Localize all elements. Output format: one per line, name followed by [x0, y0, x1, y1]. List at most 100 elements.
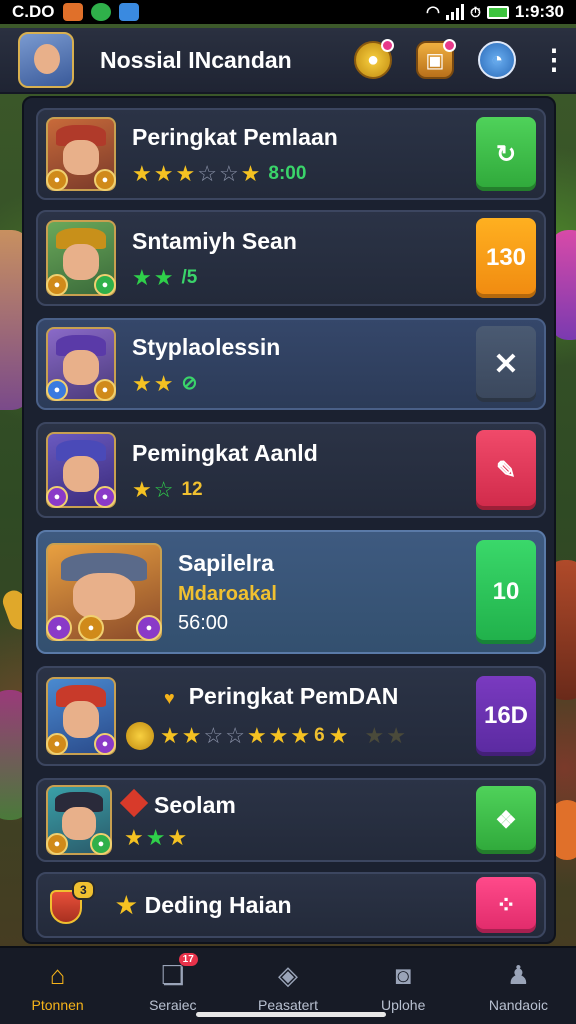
item-meta: /5 [181, 267, 198, 288]
notification-dot [381, 39, 394, 52]
hero-portrait: ● ● [46, 220, 116, 296]
alarm-icon: ⏱ [469, 3, 481, 20]
hero-portrait: ● ● ● [46, 543, 162, 641]
dots-icon: ⁘ [495, 891, 517, 919]
upload-icon: ◙ [395, 959, 412, 990]
list-item[interactable]: ● ● Seolam ★ ★ ★ ❖ [36, 778, 546, 862]
star-empty-icon: ☆ [218, 160, 239, 186]
ranking-list-panel: ● ● Peringkat Pemlaan ★ ★ ★ ☆ ☆ ★ 8:00 ↻… [22, 96, 556, 944]
status-bar: C.DO ◠ ⏱ 1:9:30 [0, 0, 576, 24]
element-badge-icon: ● [94, 274, 116, 296]
more-vertical-icon[interactable]: ⋮ [540, 46, 568, 74]
list-item[interactable]: ● ● Styplaolessin ★ ★ ⊘ ✕ [36, 318, 546, 410]
level-button[interactable]: 10 [476, 540, 536, 644]
item-title: Sapilelra [178, 549, 274, 576]
star-filled-icon: ★ [240, 160, 261, 186]
star-filled-icon: ★ [153, 264, 174, 290]
nav-item-home[interactable]: ⌂ Ptonnen [0, 948, 115, 1024]
nav-label: Peasatert [258, 997, 318, 1013]
star-outline-icon: ☆ [153, 476, 174, 502]
nav-item-profile[interactable]: ♟ Nandaoic [461, 948, 576, 1024]
star-filled-icon: ★ [167, 824, 188, 850]
home-icon: ⌂ [49, 959, 66, 990]
item-meta: ⊘ [181, 373, 198, 394]
signal-icon [445, 4, 464, 20]
element-badge-icon: ● [94, 733, 116, 755]
hero-portrait: ● ● [46, 327, 116, 401]
item-title: Peringkat Pemlaan [132, 123, 338, 150]
star-empty-icon: ☆ [225, 722, 245, 748]
more-button[interactable]: ⁘ [476, 877, 536, 933]
list-item-selected[interactable]: ● ● ● Sapilelra Mdaroakal 56:00 10 [36, 530, 546, 654]
item-title: Pemingkat Aanld [132, 439, 318, 466]
star-rating: ★ ★ ★ [124, 824, 476, 850]
battery-icon [486, 5, 509, 19]
nav-label: Nandaoic [488, 997, 548, 1013]
reward-label: 130 [485, 244, 527, 271]
clock-icon[interactable]: ◔ [478, 41, 516, 79]
shield-badge: 3 [46, 880, 112, 930]
item-time: 56:00 [178, 611, 229, 634]
star-filled-icon: ★ [290, 722, 311, 748]
refresh-icon: ↻ [495, 140, 517, 168]
stack-button[interactable]: ❖ [476, 786, 536, 854]
list-item[interactable]: ● ● Peringkat Pemlaan ★ ★ ★ ☆ ☆ ★ 8:00 ↻ [36, 108, 546, 200]
hero-portrait: ● ● [46, 677, 116, 755]
element-badge-icon: ● [136, 615, 162, 641]
list-item[interactable]: ● ● Pemingkat Aanld ★ ☆ 12 ✎ [36, 422, 546, 518]
item-title: ♥ Peringkat PemDAN [164, 682, 399, 709]
star-filled-icon: ★ [175, 160, 196, 186]
player-avatar[interactable] [18, 32, 74, 88]
star-filled-icon: ★ [181, 722, 202, 748]
element-badge-icon: ● [46, 615, 72, 641]
notification-app-icon [62, 3, 83, 21]
item-title: Seolam [119, 788, 476, 819]
remove-button[interactable]: ✕ [476, 326, 536, 402]
star-empty-icon: ☆ [197, 160, 217, 186]
element-badge-icon: ● [78, 615, 104, 641]
hero-portrait: ● ● [46, 117, 116, 191]
item-meta: 6 [314, 725, 325, 746]
list-item[interactable]: ● ● ♥ Peringkat PemDAN ★ ★ ☆ ☆ ★ ★ ★ 6 ★ … [36, 666, 546, 766]
element-badge-icon: ● [90, 833, 112, 855]
edit-button[interactable]: ✎ [476, 430, 536, 510]
star-filled-icon: ★ [132, 160, 152, 186]
element-badge-icon: ● [94, 486, 116, 508]
close-icon: ✕ [493, 347, 519, 381]
star-filled-icon: ★ [160, 722, 180, 748]
star-filled-icon: ★ [132, 476, 152, 502]
item-title: Sntamiyh Sean [132, 227, 297, 254]
star-filled-icon: ★ [116, 891, 137, 918]
element-badge-icon: ● [46, 274, 68, 296]
item-meta: 12 [181, 479, 203, 500]
upgrade-button[interactable]: 16D [476, 676, 536, 756]
profile-icon: ♟ [506, 959, 531, 990]
element-badge-icon: ● [94, 169, 116, 191]
nav-label: Ptonnen [31, 997, 84, 1013]
item-title: Styplaolessin [132, 333, 281, 360]
layers-icon: ❖ [495, 806, 517, 834]
item-subtitle: Mdaroakal [178, 582, 277, 605]
shield-icon: ◈ [278, 959, 298, 990]
star-rating: ★ ★ /5 [132, 264, 476, 290]
upgrade-label: 16D [483, 702, 529, 729]
star-filled-icon: ★ [132, 264, 152, 290]
star-dim-icon: ★ [386, 722, 406, 748]
list-item[interactable]: ● ● Sntamiyh Sean ★ ★ /5 130 [36, 210, 546, 306]
status-time-right: 1:9:30 [514, 2, 564, 21]
element-badge-icon: ● [46, 833, 68, 855]
reward-button[interactable]: 130 [476, 218, 536, 298]
heart-icon: ♥ [164, 687, 175, 708]
home-indicator[interactable] [196, 1012, 386, 1017]
treasure-chest-icon[interactable]: ▣ [416, 39, 456, 79]
app-title: Nossial INcandan [100, 46, 292, 73]
refresh-button[interactable]: ↻ [476, 117, 536, 191]
element-badge-icon: ● [46, 379, 68, 401]
list-item[interactable]: 3 ★ Deding Haian ⁘ [36, 872, 546, 938]
item-meta: 8:00 [268, 163, 307, 184]
element-badge-icon: ● [94, 379, 116, 401]
coin-icon[interactable]: ● [354, 39, 394, 79]
star-filled-icon: ★ [153, 370, 174, 396]
coin-icon [126, 721, 154, 750]
item-title: ★ Deding Haian [116, 891, 292, 918]
